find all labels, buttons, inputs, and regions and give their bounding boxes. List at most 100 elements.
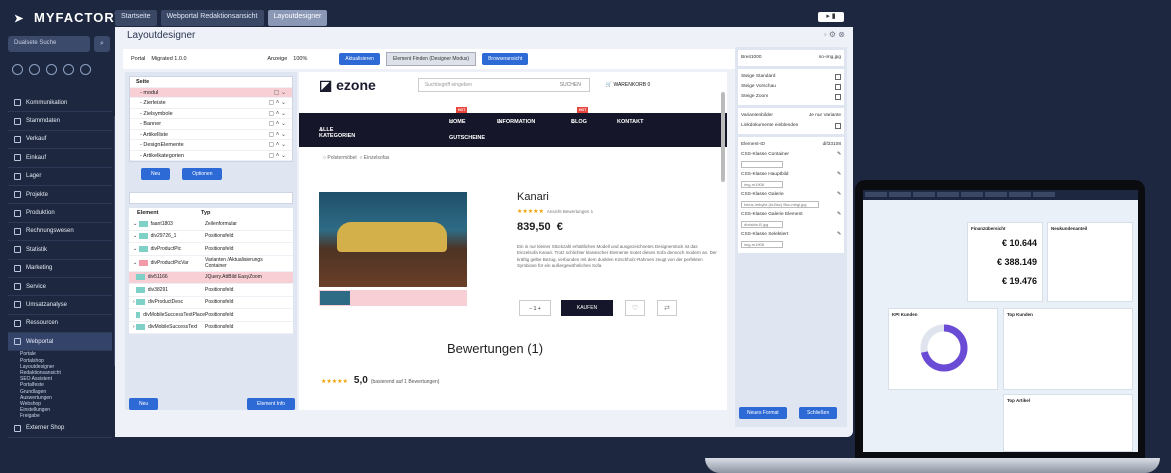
table-row[interactable]: divMobileSuccessTextPlace Positionsfeld <box>129 309 293 322</box>
tree-item[interactable]: - Artikelkategorien ▢ ˄ ⌄ <box>130 151 292 162</box>
table-row[interactable]: ⌄ divProductPicVar Varianten /Aktualisier… <box>129 255 293 272</box>
tab-webportal[interactable]: Webportal Redaktionsansicht <box>160 10 264 26</box>
table-row[interactable]: div51166 JQuery.AttBild EasyZoom <box>129 271 293 284</box>
wishlist-heart-icon[interactable]: ♡ <box>625 300 645 316</box>
new-button[interactable]: Neu <box>141 168 171 180</box>
sidebar-item-ressourcen[interactable]: Ressourcen <box>8 315 112 334</box>
checkbox[interactable] <box>835 94 841 100</box>
css-gallery-element-input[interactable]: divtable-B jpg <box>741 221 783 228</box>
thumbnail[interactable] <box>320 291 350 305</box>
row-actions-icon[interactable]: ▢ ˄ ⌄ <box>268 151 286 162</box>
tab-start[interactable]: Startseite <box>115 10 157 26</box>
user-menu-button[interactable]: ▸ ▮ <box>818 12 844 22</box>
search-icon[interactable]: ⌕ <box>94 36 110 52</box>
tree-item[interactable]: - Banner ▢ ˄ ⌄ <box>130 119 292 130</box>
compare-icon[interactable]: ⇄ <box>657 300 677 316</box>
zoom-select[interactable]: 100% <box>293 56 333 62</box>
variants-select[interactable]: Je nur Variante <box>809 111 841 121</box>
refresh-button[interactable]: Aktualisieren <box>339 53 380 65</box>
row-actions-icon[interactable]: ▢ ˄ ⌄ <box>268 109 286 120</box>
cart-link[interactable]: 🛒 WARENKORB 0 <box>606 82 650 88</box>
close-button[interactable]: Schließen <box>799 407 838 419</box>
new-format-button[interactable]: Neues Format <box>739 407 787 419</box>
tree-item[interactable]: - modul ▢ ⌄ <box>130 87 292 99</box>
portal-select[interactable]: Migrated 1.0.0 <box>151 56 261 62</box>
css-container-input[interactable] <box>741 161 783 168</box>
options-button[interactable]: Optionen <box>182 168 223 180</box>
table-row[interactable]: ⌄ faant1803 Zeilenformular <box>129 218 293 231</box>
sidebar-item-umsatzanalyse[interactable]: Umsatzanalyse <box>8 296 112 315</box>
color-swatch <box>135 286 145 293</box>
tree-item[interactable]: - DesignElemente ▢ ˄ ⌄ <box>130 140 292 151</box>
find-element-button[interactable]: Element Finden (Designer Modus) <box>385 52 477 66</box>
site-search-button[interactable]: SUCHEN <box>560 82 581 88</box>
sidebar-item-projekte[interactable]: Projekte <box>8 186 112 205</box>
row-actions-icon[interactable]: ▢ ˄ ⌄ <box>268 130 286 141</box>
nav-kontakt[interactable]: KONTAKT <box>617 119 643 125</box>
edit-icon[interactable]: ✎ <box>837 170 841 180</box>
site-search-input[interactable]: Suchbegriff eingeben SUCHEN <box>417 78 590 92</box>
sidebar-item-stammdaten[interactable]: Stammdaten <box>8 112 112 131</box>
image-settings: Breit1000 no-img.jpg <box>738 50 844 66</box>
buy-button[interactable]: KAUFEN <box>561 300 613 316</box>
image-field[interactable]: no-img.jpg <box>819 53 841 63</box>
checkbox[interactable] <box>835 84 841 90</box>
sidebar-item-lager[interactable]: Lager <box>8 168 112 186</box>
filter-select[interactable] <box>129 192 293 204</box>
notification-icon[interactable] <box>63 64 74 75</box>
tree-item[interactable]: - Zielsymbole ▢ ˄ ⌄ <box>130 109 292 120</box>
sidebar-item-rechnungswesen[interactable]: Rechnungswesen <box>8 223 112 242</box>
element-info-button[interactable]: Element Info <box>247 398 296 410</box>
tab-layoutdesigner[interactable]: Layoutdesigner <box>267 10 328 26</box>
table-row[interactable]: › divProductDesc Positionsfeld <box>129 296 293 309</box>
checkbox[interactable] <box>835 74 841 80</box>
edit-icon[interactable]: ✎ <box>837 190 841 200</box>
tree-item[interactable]: - Zierleiste ▢ ˄ ⌄ <box>130 98 292 109</box>
edit-icon[interactable]: ✎ <box>837 230 841 240</box>
brand-mark-icon: ➤ <box>14 13 25 25</box>
browser-view-button[interactable]: Browseransicht <box>482 53 529 65</box>
table-row[interactable]: div38291 Positionsfeld <box>129 284 293 297</box>
sidebar-item-statistik[interactable]: Statistik <box>8 241 112 260</box>
settings-icon[interactable] <box>80 64 91 75</box>
nav-all-categories[interactable]: ALLE KATEGORIEN ⌄ <box>319 127 355 139</box>
row-actions-icon[interactable]: ▢ ˄ ⌄ <box>268 98 286 109</box>
sidebar-item-produktion[interactable]: Produktion <box>8 204 112 223</box>
nav-gutscheine[interactable]: GUTSCHEINE <box>449 135 485 141</box>
sidebar-item-service[interactable]: Service <box>8 278 112 297</box>
search-input[interactable]: Dualsete Suche <box>8 36 90 52</box>
edit-icon[interactable]: ✎ <box>837 150 841 160</box>
mail-icon[interactable] <box>46 64 57 75</box>
brand-logo[interactable]: ➤ MYFACTORY <box>14 10 124 25</box>
row-actions-icon[interactable]: ▢ ˄ ⌄ <box>268 119 286 130</box>
sidebar-item-kommunikation[interactable]: Kommunikation <box>8 94 112 113</box>
preview-scrollbar[interactable] <box>721 92 725 182</box>
nav-blog[interactable]: BLOG ⌄ <box>571 119 587 125</box>
home-icon[interactable] <box>12 64 23 75</box>
tree-item[interactable]: - Artikelliste ▢ ˄ ⌄ <box>130 130 292 141</box>
window-controls[interactable]: ◦ ⚙ ⊗ <box>824 30 845 39</box>
new-element-button[interactable]: Neu <box>129 398 159 410</box>
css-selection-input[interactable]: img-m1908 <box>741 241 783 248</box>
table-row[interactable]: ⌄ divProductPic Positionsfeld <box>129 243 293 256</box>
site-logo[interactable]: ◪ ezone <box>319 77 376 94</box>
sidebar-item-externer-shop[interactable]: Externer Shop <box>8 420 112 438</box>
sidebar-item-verkauf[interactable]: Verkauf <box>8 131 112 150</box>
sidebar-item-marketing[interactable]: Marketing <box>8 260 112 278</box>
css-main-input[interactable]: img-m1908 <box>741 181 783 188</box>
row-actions-icon[interactable]: ▢ ⌄ <box>274 88 286 99</box>
webportal-subnav: Portale Portalshop Layoutdesigner Redakt… <box>8 351 112 419</box>
row-actions-icon[interactable]: ▢ ˄ ⌄ <box>268 140 286 151</box>
sidebar-item-webportal[interactable]: Webportal <box>8 333 112 352</box>
quantity-stepper[interactable]: − 1 + <box>519 300 551 316</box>
table-row[interactable]: › divMobileSuccessText Positionsfeld <box>129 321 293 334</box>
sidebar-item-einkauf[interactable]: Einkauf <box>8 149 112 168</box>
product-image[interactable] <box>319 192 467 287</box>
css-gallery-input[interactable]: fokus-imbyild (id-Bsc) Bsc-mbgl.jpg <box>741 201 819 208</box>
nav-home[interactable]: HOME ⌄ <box>449 119 466 125</box>
nav-information[interactable]: INFORMATION ⌄ <box>497 119 535 125</box>
checkbox[interactable] <box>835 123 841 129</box>
edit-icon[interactable]: ✎ <box>837 210 841 220</box>
table-row[interactable]: ⌄ div29726_1 Positionsfeld <box>129 230 293 243</box>
calendar-icon[interactable] <box>29 64 40 75</box>
